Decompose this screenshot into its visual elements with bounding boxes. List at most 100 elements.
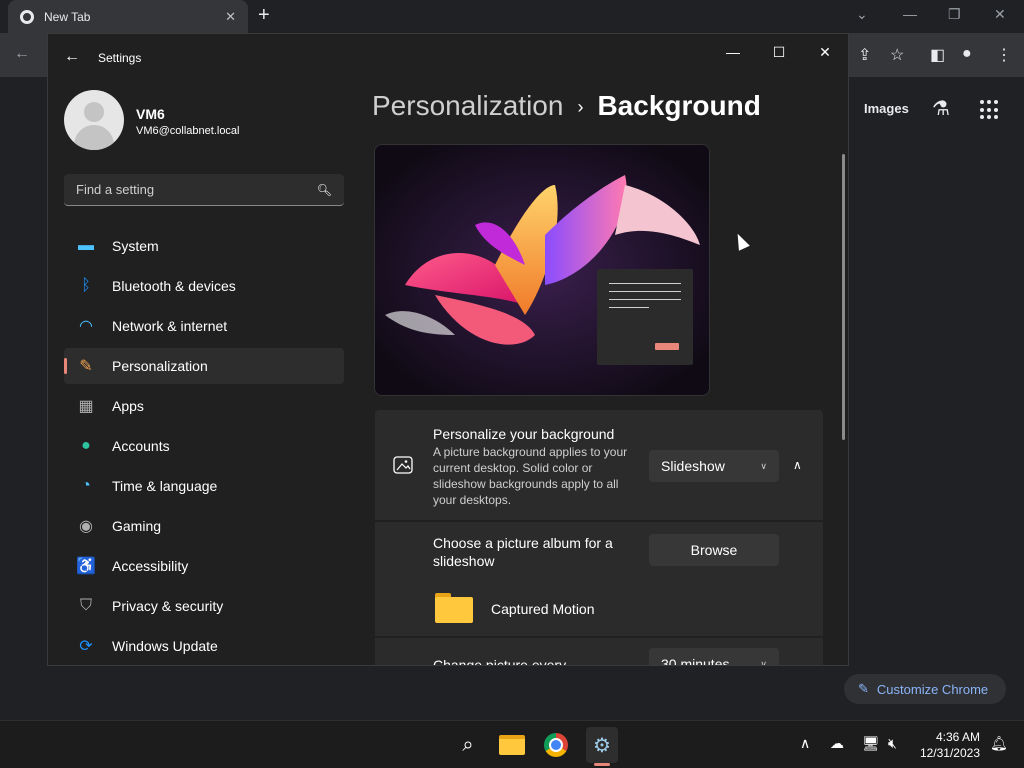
clock-time[interactable]: 4:36 AM <box>926 730 980 744</box>
chevron-up-icon[interactable]: ∧ <box>793 458 802 472</box>
sidebar-item-gaming[interactable]: ◉ Gaming <box>64 508 344 544</box>
scrollbar[interactable] <box>842 154 845 440</box>
background-type-value: Slideshow <box>661 458 725 474</box>
search-icon[interactable]: 🔍︎ <box>317 183 332 197</box>
avatar[interactable] <box>64 90 124 150</box>
settings-window: ← Settings — ☐ ✕ VM6 VM6@collabnet.local… <box>47 33 849 666</box>
browser-back-icon[interactable]: ← <box>14 45 30 63</box>
sidebar-item-label: System <box>112 238 159 254</box>
new-tab-button[interactable]: + <box>258 4 270 27</box>
search-input[interactable] <box>76 182 317 197</box>
side-panel-icon[interactable]: ◧ <box>930 45 945 65</box>
sidebar-item-apps[interactable]: ▦ Apps <box>64 388 344 424</box>
sidebar-item-time-language[interactable]: ◔ Time & language <box>64 468 344 504</box>
close-button[interactable]: ✕ <box>813 44 837 61</box>
preview-mini-window <box>597 269 693 365</box>
chrome-icon[interactable] <box>542 731 570 759</box>
browser-restore-icon[interactable]: ❐ <box>948 6 961 23</box>
interval-title: Change picture every <box>433 657 567 666</box>
labs-flask-icon[interactable]: ⚗ <box>932 96 950 121</box>
personalize-background-card: Personalize your background A picture ba… <box>375 410 823 520</box>
sidebar-item-network-internet[interactable]: ◠ Network & internet <box>64 308 344 344</box>
accessibility-icon: ♿ <box>76 558 96 575</box>
profile-icon[interactable]: ● <box>962 45 972 63</box>
breadcrumb-parent[interactable]: Personalization <box>372 90 563 121</box>
chrome-menu-icon[interactable]: ⋮ <box>996 45 1012 65</box>
breadcrumb-chevron-icon: › <box>577 97 584 118</box>
breadcrumb: Personalization › Background <box>372 90 761 122</box>
sidebar-item-accounts[interactable]: ● Accounts <box>64 428 344 464</box>
tab-search-chevron-icon[interactable]: ⌄ <box>856 6 868 23</box>
tab-new-tab[interactable]: New Tab ✕ <box>8 0 248 33</box>
settings-nav: ▬ System ᛒ Bluetooth & devices ◠ Network & in… <box>64 228 344 665</box>
tab-strip: New Tab ✕ + ⌄ — ❐ ✕ <box>0 0 1024 33</box>
notification-bell-icon[interactable]: 🔔︎ <box>990 735 1008 752</box>
profile-email: VM6@collabnet.local <box>136 125 240 137</box>
shield-icon: ⛉ <box>79 597 92 614</box>
brush-icon: ✎ <box>79 358 93 375</box>
wifi-icon: ◠ <box>79 318 93 335</box>
settings-gear-icon[interactable]: ⚙ <box>586 727 618 763</box>
taskbar: ⌕ ⚙ ∧ ☁ 🖥︎ 🔇︎ 4:36 AM 12/31/2023 🔔︎ <box>0 720 1024 768</box>
app-title: Settings <box>98 51 142 65</box>
page-title: Background <box>597 90 761 121</box>
chevron-down-icon: ∨ <box>760 658 767 666</box>
show-hidden-icons-chevron-icon[interactable]: ∧ <box>800 735 810 752</box>
windows-start-icon[interactable] <box>410 732 436 758</box>
google-apps-icon[interactable] <box>980 100 1000 120</box>
sidebar-item-personalization[interactable]: ✎ Personalization <box>64 348 344 384</box>
sidebar-item-label: Network & internet <box>112 318 228 334</box>
clock-date[interactable]: 12/31/2023 <box>914 746 980 760</box>
volume-muted-icon[interactable]: 🔇︎ <box>888 735 897 752</box>
sidebar-item-label: Accounts <box>112 438 170 454</box>
maximize-button[interactable]: ☐ <box>767 44 791 61</box>
bookmark-star-icon[interactable]: ☆ <box>890 45 904 65</box>
minimize-button[interactable]: — <box>721 44 745 60</box>
find-setting-search[interactable]: 🔍︎ <box>64 174 344 206</box>
monitor-icon: ▬ <box>78 237 94 254</box>
background-preview <box>374 144 710 396</box>
sidebar-item-label: Bluetooth & devices <box>112 278 236 294</box>
slideshow-album-card: Choose a picture album for a slideshow B… <box>375 522 823 636</box>
share-icon[interactable]: ⇪ <box>858 45 871 65</box>
sidebar-item-system[interactable]: ▬ System <box>64 228 344 264</box>
images-link[interactable]: Images <box>864 101 909 116</box>
browser-close-icon[interactable]: ✕ <box>994 6 1006 23</box>
person-icon: ● <box>81 437 91 454</box>
sidebar-item-windows-update[interactable]: ⟳ Windows Update <box>64 628 344 664</box>
gamepad-icon: ◉ <box>79 518 93 535</box>
profile-name: VM6 <box>136 106 165 122</box>
album-title: Choose a picture album for a slideshow <box>433 535 613 569</box>
update-icon: ⟳ <box>79 638 93 655</box>
apps-icon: ▦ <box>78 398 94 415</box>
active-app-indicator <box>594 763 610 766</box>
sidebar-item-accessibility[interactable]: ♿ Accessibility <box>64 548 344 584</box>
personalize-title: Personalize your background <box>433 426 615 442</box>
taskbar-search-icon[interactable]: ⌕ <box>454 731 482 759</box>
onedrive-offline-icon[interactable]: ☁ <box>830 735 844 752</box>
file-explorer-icon[interactable] <box>498 731 526 759</box>
globe-clock-icon: ◔ <box>81 477 91 494</box>
sidebar-item-privacy-security[interactable]: ⛉ Privacy & security <box>64 588 344 624</box>
customize-chrome-button[interactable]: ✎ Customize Chrome <box>844 674 1006 704</box>
picture-icon <box>393 456 413 474</box>
browser-minimize-icon[interactable]: — <box>903 6 917 22</box>
network-icon[interactable]: 🖥︎ <box>862 735 880 752</box>
back-arrow-icon[interactable]: ← <box>64 48 80 66</box>
chevron-down-icon: ∨ <box>760 460 767 471</box>
interval-value: 30 minutes <box>661 656 730 666</box>
tab-close-icon[interactable]: ✕ <box>225 9 236 25</box>
browse-button[interactable]: Browse <box>649 534 779 566</box>
sidebar-item-bluetooth-devices[interactable]: ᛒ Bluetooth & devices <box>64 268 344 304</box>
customize-chrome-label: Customize Chrome <box>876 681 989 697</box>
sidebar-item-label: Time & language <box>112 478 218 494</box>
sidebar-item-label: Accessibility <box>112 558 189 574</box>
album-folder-name[interactable]: Captured Motion <box>491 601 595 617</box>
slideshow-interval-card: Change picture every 30 minutes ∨ <box>375 638 823 666</box>
pencil-icon: ✎ <box>858 681 869 696</box>
background-type-select[interactable]: Slideshow ∨ <box>649 450 779 482</box>
settings-titlebar: ← Settings — ☐ ✕ <box>48 34 848 82</box>
sidebar-item-label: Apps <box>112 398 144 414</box>
interval-select[interactable]: 30 minutes ∨ <box>649 648 779 666</box>
personalize-description: A picture background applies to your cur… <box>433 445 628 507</box>
